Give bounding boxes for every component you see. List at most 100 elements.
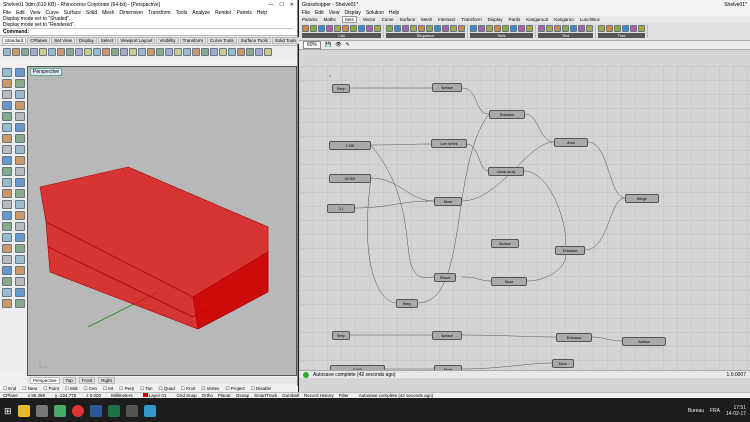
gh-component-icon[interactable] [622,25,629,32]
view-tab-top[interactable]: Top [62,377,76,384]
side-tool-icon[interactable] [2,90,12,99]
gh-component-icon[interactable] [310,25,317,32]
gh-component-node[interactable]: 40.000 [329,174,371,183]
toolbar-tool-icon[interactable] [30,48,38,56]
gh-component-icon[interactable] [358,25,365,32]
side-tool-icon[interactable] [2,112,12,121]
menu-item-panels[interactable]: Panels [237,10,252,16]
clock[interactable]: 17:51 14-02-17 [726,405,746,417]
gh-component-icon[interactable] [538,25,545,32]
toolbar-tool-icon[interactable] [237,48,245,56]
gh-component-node[interactable]: Merge [625,194,659,203]
side-tool-icon[interactable] [15,277,25,286]
file-explorer-icon[interactable] [17,405,30,417]
status-osnap[interactable]: Osnap [236,393,249,398]
gh-menu-view[interactable]: View [329,10,340,16]
gh-component-node[interactable]: Move [434,197,462,206]
toolbar-tool-icon[interactable] [84,48,92,56]
gh-component-icon[interactable] [638,25,645,32]
minimize-icon[interactable]: — [268,2,273,8]
gh-component-node[interactable]: Line series [431,139,467,148]
toolbar-tool-icon[interactable] [75,48,83,56]
gh-component-icon[interactable] [478,25,485,32]
gh-tab-vector[interactable]: Vector [363,17,376,22]
menu-item-analyze[interactable]: Analyze [192,10,210,16]
menu-item-render[interactable]: Render [215,10,231,16]
gh-component-icon[interactable] [546,25,553,32]
windows-start-icon[interactable]: ⊞ [4,406,12,417]
side-tool-icon[interactable] [15,112,25,121]
gh-component-icon[interactable] [302,25,309,32]
side-tool-icon[interactable] [2,178,12,187]
gh-component-icon[interactable] [418,25,425,32]
toolbar-tool-icon[interactable] [12,48,20,56]
toolbar-tool-icon[interactable] [219,48,227,56]
gh-tab-transform[interactable]: Transform [461,17,481,22]
gh-component-node[interactable]: Linear array [488,167,524,176]
gh-component-node[interactable]: Surface [432,83,462,92]
side-tool-icon[interactable] [2,299,12,308]
view-tab-perspective[interactable]: Perspective [30,377,60,384]
gh-menu-file[interactable]: File [302,10,310,16]
gh-tab-mesh[interactable]: Mesh [421,17,432,22]
side-tool-icon[interactable] [15,79,25,88]
toolbar-tool-icon[interactable] [174,48,182,56]
gh-component-icon[interactable] [562,25,569,32]
side-tool-icon[interactable] [2,134,12,143]
zoom-field[interactable]: 60% [303,41,322,49]
menu-item-surface[interactable]: Surface [64,10,81,16]
menu-item-view[interactable]: View [30,10,41,16]
toolbar-tool-icon[interactable] [156,48,164,56]
side-tool-icon[interactable] [2,79,12,88]
gh-menu-edit[interactable]: Edit [315,10,324,16]
gh-component-node[interactable]: Area [554,138,588,147]
side-tool-icon[interactable] [15,189,25,198]
gh-menu-help[interactable]: Help [389,10,399,16]
command-prompt[interactable]: Command: [3,28,294,35]
gh-component-icon[interactable] [318,25,325,32]
toolbar-tool-icon[interactable] [210,48,218,56]
side-tool-icon[interactable] [2,101,12,110]
gh-menu-solution[interactable]: Solution [366,10,384,16]
toolbar-tool-icon[interactable] [21,48,29,56]
gh-component-icon[interactable] [426,25,433,32]
toolbar-tool-icon[interactable] [39,48,47,56]
gh-component-icon[interactable] [630,25,637,32]
gh-component-icon[interactable] [570,25,577,32]
gh-tab-intersect[interactable]: Intersect [438,17,455,22]
menu-item-edit[interactable]: Edit [16,10,25,16]
gh-tab-sets[interactable]: Sets [341,16,357,23]
tab-select[interactable]: Select [97,37,117,44]
gh-component-icon[interactable] [494,25,501,32]
gh-component-icon[interactable] [598,25,605,32]
menu-item-solid[interactable]: Solid [86,10,97,16]
gh-component-icon[interactable] [334,25,341,32]
side-tool-icon[interactable] [2,156,12,165]
gh-component-node[interactable]: Move [552,359,574,368]
gh-component-node[interactable]: Surface [491,239,519,248]
gh-component-node[interactable]: Extrusion [489,110,525,119]
gh-component-icon[interactable] [470,25,477,32]
gh-tab-lunchbox[interactable]: LunchBox [580,17,600,22]
gh-component-icon[interactable] [518,25,525,32]
grasshopper-app-icon[interactable] [53,405,66,417]
side-tool-icon[interactable] [15,299,25,308]
viewport-label[interactable]: Perspective [30,68,63,76]
gh-component-node[interactable]: Extrusion [555,246,585,255]
gh-component-icon[interactable] [578,25,585,32]
status-planar[interactable]: Planar [218,393,231,398]
menu-item-curve[interactable]: Curve [45,10,58,16]
side-tool-icon[interactable] [15,244,25,253]
gh-component-icon[interactable] [486,25,493,32]
toolbar-tool-icon[interactable] [57,48,65,56]
side-tool-icon[interactable] [15,101,25,110]
side-tool-icon[interactable] [2,211,12,220]
toolbar-tool-icon[interactable] [138,48,146,56]
gh-tab-curve[interactable]: Curve [382,17,394,22]
gh-component-icon[interactable] [606,25,613,32]
side-tool-icon[interactable] [2,288,12,297]
gh-component-icon[interactable] [326,25,333,32]
close-icon[interactable]: ✕ [290,2,294,8]
side-tool-icon[interactable] [2,145,12,154]
side-tool-icon[interactable] [2,189,12,198]
